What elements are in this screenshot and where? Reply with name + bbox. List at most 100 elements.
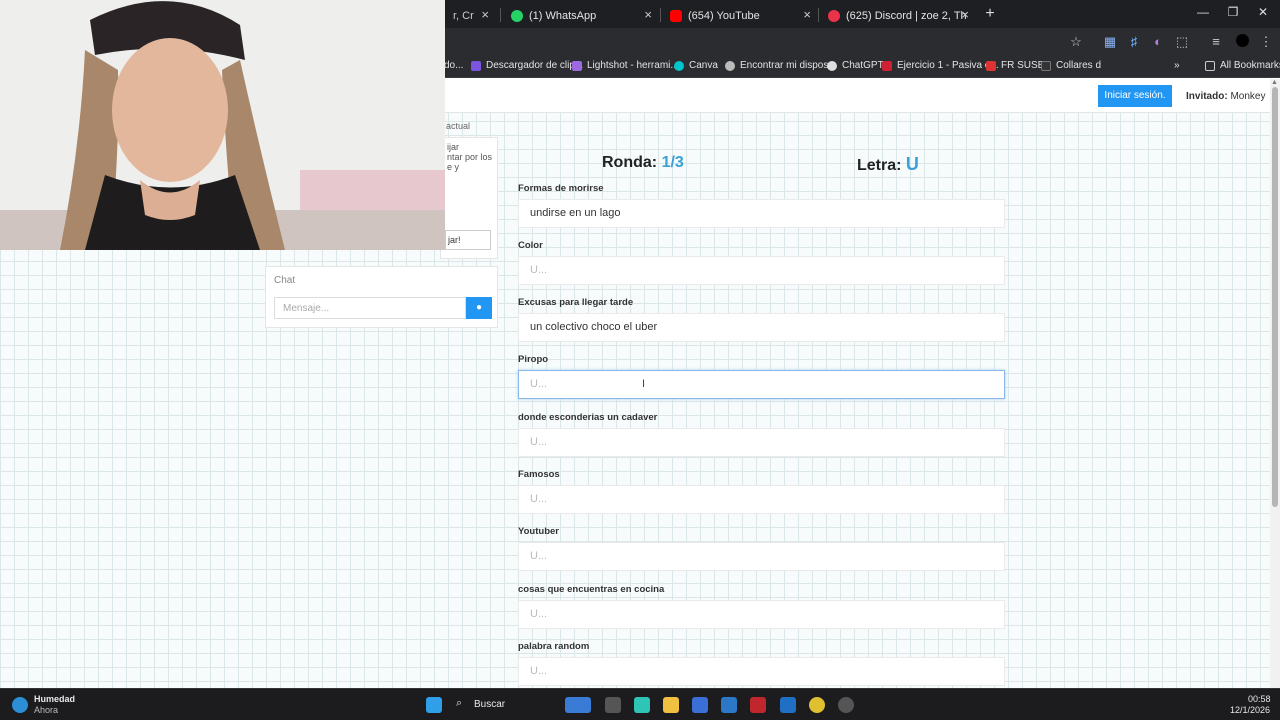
chat-title: Chat — [274, 275, 296, 286]
partial-button[interactable]: jar! — [445, 230, 491, 250]
chat-bubble-icon: ● — [475, 302, 483, 313]
side-panel-partial: ijar ntar por los e y jar! — [440, 137, 498, 259]
bookmark-item[interactable]: FR SUSB — [986, 60, 1044, 71]
scroll-up-icon[interactable]: ▲ — [1271, 79, 1278, 86]
tab-label: r, Cr — [453, 10, 474, 22]
taskbar-search[interactable]: Buscar — [474, 699, 505, 710]
round-indicator: Ronda: 1/3 — [602, 154, 684, 172]
antivirus-icon[interactable] — [750, 697, 766, 713]
bookmark-item[interactable]: Ejercicio 1 - Pasiva e... — [882, 60, 999, 71]
bookmark-star-icon[interactable]: ☆ — [1068, 34, 1084, 50]
bookmark-item[interactable]: Canva — [674, 60, 718, 71]
chrome-icon[interactable] — [809, 697, 825, 713]
guest-info: Invitado: Monkey — [1186, 91, 1265, 102]
bookmark-item[interactable]: Collares d — [1041, 60, 1101, 71]
send-message-button[interactable]: ● — [466, 297, 492, 319]
round-label: Ronda: — [602, 154, 658, 171]
letter-value: U — [905, 154, 919, 174]
partial-label: actual — [446, 121, 471, 131]
all-bookmarks[interactable]: All Bookmarks — [1205, 60, 1280, 71]
field-label: Piropo — [518, 354, 549, 365]
tab-close-icon[interactable]: × — [961, 7, 969, 22]
answer-input-focused[interactable]: U... — [518, 370, 1005, 399]
bookmark-item[interactable]: Encontrar mi dispos... — [725, 60, 837, 71]
media-icon[interactable]: ≡ — [1208, 34, 1224, 50]
menu-icon[interactable]: ⋮ — [1258, 34, 1274, 50]
answer-input[interactable]: U... — [518, 485, 1005, 514]
chat-message-input[interactable]: Mensaje... — [274, 297, 466, 319]
partial-text: ijar ntar por los e y — [447, 142, 493, 172]
restore-icon[interactable]: ❐ — [1218, 5, 1248, 19]
tab-label: (654) YouTube — [688, 10, 760, 22]
widgets-icon[interactable] — [565, 697, 591, 713]
weather-sub: Ahora — [34, 705, 59, 715]
chatgpt-icon — [827, 60, 837, 71]
answer-input[interactable]: U... — [518, 256, 1005, 285]
letter-label: Letra: — [857, 157, 902, 174]
bookmark-item[interactable]: ChatGPT — [827, 60, 884, 71]
youtube-icon — [670, 10, 682, 22]
bookmark-item[interactable]: Descargador de clip... — [471, 60, 583, 71]
field-label: Formas de morirse — [518, 183, 604, 194]
taskview-icon[interactable] — [605, 697, 621, 713]
outlook-icon[interactable] — [780, 697, 796, 713]
clock-time[interactable]: 00:58 — [1248, 694, 1271, 704]
field-label: palabra random — [518, 641, 590, 652]
find-device-icon — [725, 60, 735, 71]
answer-input[interactable]: U... — [518, 657, 1005, 686]
tab-whatsapp[interactable]: (1) WhatsApp × — [503, 4, 660, 28]
chat-panel: Chat Mensaje... ● — [265, 266, 498, 328]
clock-date[interactable]: 12/1/2026 — [1230, 705, 1270, 715]
scroll-thumb[interactable] — [1272, 87, 1278, 507]
puzzle-icon[interactable]: ⬚ — [1174, 34, 1190, 50]
avatar[interactable] — [1234, 34, 1250, 50]
answer-input[interactable]: un colectivo choco el uber — [518, 313, 1005, 342]
tab-label: (1) WhatsApp — [529, 10, 597, 22]
webcam-overlay — [0, 0, 445, 250]
flag-icon — [986, 60, 996, 71]
guest-name: Monkey — [1230, 91, 1266, 102]
guest-prefix: Invitado: — [1186, 91, 1228, 102]
login-button[interactable]: Iniciar sesión. — [1098, 85, 1172, 107]
flag-icon — [882, 60, 892, 71]
canva-icon — [674, 60, 684, 71]
discord-icon — [828, 10, 840, 22]
app-icon[interactable] — [721, 697, 737, 713]
letter-indicator: Letra: U — [857, 154, 919, 175]
extension-icon[interactable]: ♯ — [1126, 34, 1142, 50]
store-icon[interactable] — [692, 697, 708, 713]
page-scrollbar[interactable]: ▲ — [1270, 79, 1280, 688]
windows-start-icon[interactable] — [426, 697, 442, 713]
tab-label: (625) Discord | zoe 2, TheShado — [846, 10, 966, 22]
tab-close-icon[interactable]: × — [481, 7, 489, 22]
bookmark-icon — [1041, 60, 1051, 71]
close-window-icon[interactable]: ✕ — [1248, 5, 1278, 19]
tab-youtube[interactable]: (654) YouTube × — [662, 4, 819, 28]
translate-icon[interactable]: ▦ — [1102, 34, 1118, 50]
tab-discord[interactable]: (625) Discord | zoe 2, TheShado × — [820, 4, 977, 28]
webcam-video — [0, 0, 445, 250]
bookmark-item[interactable]: do... — [444, 60, 463, 71]
new-tab-icon[interactable]: + — [980, 4, 1000, 24]
tab-close-icon[interactable]: × — [644, 7, 652, 22]
answer-input[interactable]: undirse en un lago — [518, 199, 1005, 228]
text-cursor-icon: I — [642, 378, 646, 390]
field-label: Excusas para llegar tarde — [518, 297, 634, 308]
bookmark-item[interactable]: Lightshot - herrami... — [572, 60, 679, 71]
field-label: Famosos — [518, 469, 560, 480]
folder-icon[interactable] — [663, 697, 679, 713]
copilot-icon[interactable] — [634, 697, 650, 713]
extension-icon[interactable]: ◐ — [1150, 34, 1166, 50]
search-icon[interactable]: ⌕ — [456, 697, 472, 713]
minimize-icon[interactable]: — — [1188, 5, 1218, 19]
bookmark-icon — [471, 60, 481, 71]
more-bookmarks-icon[interactable]: » — [1174, 60, 1180, 71]
answer-input[interactable]: U... — [518, 542, 1005, 571]
tab-close-icon[interactable]: × — [803, 7, 811, 22]
tab-discord-partial[interactable]: r, Cr × — [445, 4, 497, 28]
answer-input[interactable]: U... — [518, 428, 1005, 457]
field-label: Color — [518, 240, 543, 251]
weather-title[interactable]: Humedad — [34, 694, 75, 704]
settings-icon[interactable] — [838, 697, 854, 713]
answer-input[interactable]: U... — [518, 600, 1005, 629]
